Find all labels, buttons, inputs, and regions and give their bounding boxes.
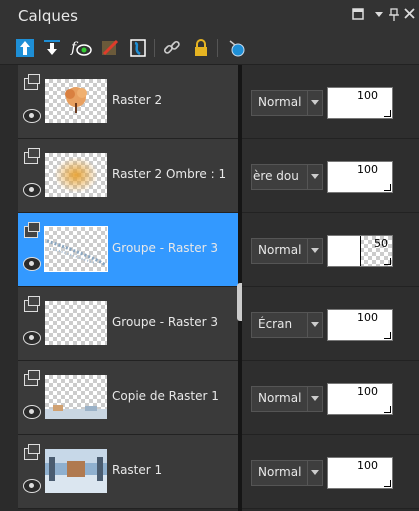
move-layer-up-icon[interactable] [14, 37, 36, 59]
layer-properties-row: Normal 100 [242, 65, 419, 139]
layers-list: Raster 2 Raster 2 Ombre : 1 Groupe - Ras… [18, 65, 238, 511]
visibility-eye-icon[interactable] [23, 109, 41, 123]
opacity-value: 100 [357, 385, 378, 398]
close-icon[interactable] [404, 8, 415, 24]
opacity-slider[interactable]: 100 [327, 309, 393, 341]
layer-link-icon[interactable] [24, 296, 40, 312]
blend-mode-select[interactable]: Normal [251, 90, 323, 116]
visibility-eye-icon[interactable] [23, 331, 41, 345]
layer-thumbnail [45, 79, 107, 123]
opacity-resize-handle [384, 184, 391, 191]
opacity-resize-handle [384, 110, 391, 117]
layer-row[interactable]: Raster 2 Ombre : 1 [18, 139, 238, 213]
layer-row[interactable]: Copie de Raster 1 [18, 361, 238, 435]
opacity-marker[interactable] [360, 236, 361, 266]
layer-name: Copie de Raster 1 [112, 389, 219, 403]
layer-properties-column: Normal 100 mière dou 100 Normal 50 [242, 65, 419, 511]
opacity-value: 100 [357, 89, 378, 102]
layer-name: Raster 2 [112, 93, 163, 107]
blend-mode-select[interactable]: Écran [251, 312, 323, 338]
layer-link-icon[interactable] [24, 148, 40, 164]
toolbar-separator [154, 39, 155, 57]
blend-mode-value: Normal [258, 465, 302, 479]
layer-link-icon[interactable] [24, 222, 40, 238]
chevron-down-icon[interactable] [307, 313, 322, 337]
layer-link-icon[interactable] [24, 444, 40, 460]
layer-thumbnail [45, 449, 107, 493]
layer-row[interactable]: Raster 2 [18, 65, 238, 139]
layer-row-selected[interactable]: Groupe - Raster 3 [18, 213, 238, 287]
chevron-down-icon[interactable] [307, 165, 322, 189]
layer-name: Groupe - Raster 3 [112, 241, 219, 255]
layer-properties-row: Normal 50 [242, 213, 419, 287]
opacity-slider[interactable]: 100 [327, 383, 393, 415]
pin-icon[interactable] [388, 8, 400, 27]
blend-mode-select[interactable]: mière dou [251, 164, 323, 190]
blend-mode-value: Normal [258, 95, 302, 109]
panel-titlebar: Calques [0, 0, 419, 32]
opacity-value: 100 [357, 459, 378, 472]
layer-properties-row: mière dou 100 [242, 139, 419, 213]
mask-icon[interactable] [127, 37, 149, 59]
blend-mode-select[interactable]: Normal [251, 460, 323, 486]
move-layer-down-icon[interactable] [41, 37, 63, 59]
blend-mode-select[interactable]: Normal [251, 238, 323, 264]
opacity-slider[interactable]: 50 [327, 235, 393, 267]
layer-row[interactable]: Groupe - Raster 3 [18, 287, 238, 361]
opacity-value: 100 [357, 311, 378, 324]
layer-thumbnail [45, 301, 107, 345]
chevron-down-icon[interactable] [307, 387, 322, 411]
blend-mode-value: Écran [258, 317, 293, 331]
toolbar-separator [217, 39, 218, 57]
panel-left-margin [0, 65, 18, 511]
layer-thumbnail [45, 375, 107, 419]
lock-icon[interactable] [190, 37, 212, 59]
layer-properties-row: Normal 100 [242, 435, 419, 509]
chevron-down-icon[interactable] [307, 91, 322, 115]
blend-mode-value: Normal [258, 243, 302, 257]
dropdown-icon[interactable] [374, 8, 384, 25]
layer-name: Raster 1 [112, 463, 163, 477]
opacity-slider[interactable]: 100 [327, 87, 393, 119]
square-icon[interactable] [352, 8, 364, 25]
opacity-resize-handle [384, 406, 391, 413]
opacity-fill [328, 236, 360, 266]
opacity-resize-handle [384, 480, 391, 487]
opacity-slider[interactable]: 100 [327, 457, 393, 489]
layers-toolbar: f [0, 32, 419, 65]
panel-title: Calques [18, 7, 78, 25]
visibility-eye-icon[interactable] [23, 479, 41, 493]
opacity-value: 50 [374, 237, 388, 250]
visibility-eye-icon[interactable] [23, 183, 41, 197]
blend-mode-select[interactable]: Normal [251, 386, 323, 412]
visibility-eye-icon[interactable] [23, 405, 41, 419]
opacity-slider[interactable]: 100 [327, 161, 393, 193]
layer-row[interactable]: Raster 1 [18, 435, 238, 509]
visibility-eye-icon[interactable] [23, 257, 41, 271]
visibility-fx-icon[interactable]: f [70, 37, 92, 59]
layer-thumbnail [45, 153, 107, 197]
opacity-resize-handle [384, 332, 391, 339]
layer-thumbnail [44, 226, 108, 272]
opacity-resize-handle [384, 258, 391, 265]
new-layer-icon[interactable] [226, 37, 248, 59]
opacity-value: 100 [357, 163, 378, 176]
blend-mode-value: Normal [258, 391, 302, 405]
blend-mode-value: mière dou [252, 169, 299, 183]
layer-name: Groupe - Raster 3 [112, 315, 219, 329]
link-icon[interactable] [161, 37, 183, 59]
layer-name: Raster 2 Ombre : 1 [112, 167, 227, 181]
layer-link-icon[interactable] [24, 370, 40, 386]
chevron-down-icon[interactable] [307, 239, 322, 263]
layer-properties-row: Normal 100 [242, 361, 419, 435]
layer-link-icon[interactable] [24, 74, 40, 90]
layer-properties-row: Écran 100 [242, 287, 419, 361]
delete-layer-icon[interactable] [99, 37, 121, 59]
chevron-down-icon[interactable] [307, 461, 322, 485]
